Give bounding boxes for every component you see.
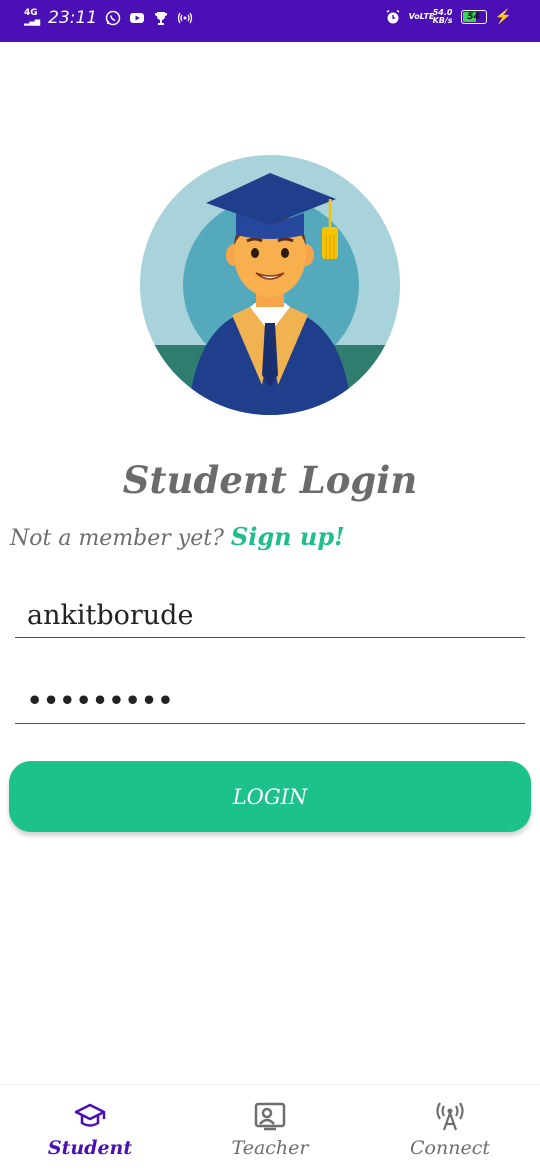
- status-bar-left: 4G ▂▄▆ 23:11: [24, 8, 193, 28]
- graduation-cap-icon: [74, 1103, 106, 1127]
- username-input[interactable]: [15, 594, 525, 638]
- signup-prompt-line: Not a member yet? Sign up!: [10, 522, 345, 551]
- status-bar: 4G ▂▄▆ 23:11 VoLTE 54.0 KB/s 54 ⚡: [0, 0, 540, 42]
- youtube-icon: [130, 13, 145, 23]
- speed-unit: KB/s: [432, 16, 453, 25]
- battery-percent: 54: [467, 12, 480, 22]
- network-speed: 54.0 KB/s: [433, 9, 453, 25]
- nav-item-student[interactable]: Student: [0, 1085, 180, 1171]
- page-title: Student Login: [122, 458, 418, 502]
- volte-indicator: VoLTE: [408, 12, 435, 21]
- network-type: 4G: [24, 8, 38, 18]
- nav-label-student: Student: [47, 1137, 133, 1159]
- signup-link[interactable]: Sign up!: [231, 522, 345, 551]
- status-bar-right: VoLTE 54.0 KB/s 54 ⚡: [385, 9, 512, 25]
- broadcast-antenna-icon: [436, 1102, 464, 1131]
- alarm-icon: [386, 9, 400, 24]
- charging-icon: ⚡: [494, 9, 512, 25]
- nav-label-teacher: Teacher: [231, 1137, 309, 1159]
- trophy-icon: [155, 12, 168, 25]
- nav-item-connect[interactable]: Connect: [360, 1085, 540, 1171]
- bottom-navigation: Student Teacher Connect: [0, 1084, 540, 1171]
- network-indicator: 4G ▂▄▆: [24, 9, 40, 27]
- nav-label-connect: Connect: [410, 1137, 490, 1159]
- battery-icon: 54: [460, 10, 487, 24]
- signup-prompt: Not a member yet?: [10, 526, 224, 551]
- clock: 23:11: [48, 8, 98, 28]
- graduate-avatar-image: [140, 155, 400, 415]
- signal-icon: ▂▄▆: [24, 18, 41, 26]
- id-badge-icon: [254, 1102, 286, 1131]
- whatsapp-icon: [105, 10, 121, 26]
- hotspot-icon: [178, 12, 193, 24]
- login-button[interactable]: LOGIN: [9, 761, 531, 832]
- nav-item-teacher[interactable]: Teacher: [180, 1085, 360, 1171]
- password-input[interactable]: [15, 678, 525, 724]
